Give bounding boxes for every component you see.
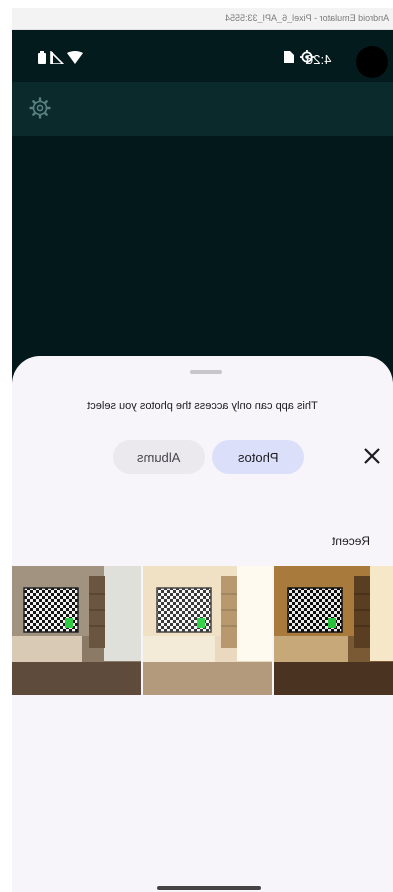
access-notice: This app can only access the photos you … [87, 400, 318, 412]
status-time: 4:26 [306, 52, 332, 67]
photo-image [12, 566, 141, 695]
status-bar: 4:26 [12, 30, 393, 82]
section-title-recent: Recent [332, 534, 371, 548]
photo-grid [12, 566, 393, 695]
close-icon[interactable] [360, 444, 384, 468]
wifi-icon [67, 51, 83, 64]
photo-thumbnail[interactable] [143, 566, 272, 695]
emulator-titlebar: Android Emulator - Pixel_6_API_33:5554 [12, 8, 393, 30]
photo-thumbnail[interactable] [274, 566, 393, 695]
gesture-nav-bar[interactable] [157, 886, 261, 890]
signal-icon [50, 51, 64, 64]
drag-handle[interactable] [190, 370, 222, 374]
phone-screen: 4:26 This app can only access the photos… [12, 30, 393, 892]
tab-albums-label: Albums [137, 449, 181, 465]
sim-card-icon [284, 51, 294, 63]
tab-photos[interactable]: Photos [212, 440, 304, 474]
tab-photos-label: Photos [237, 449, 279, 465]
window-title: Android Emulator - Pixel_6_API_33:5554 [224, 13, 389, 23]
tab-albums[interactable]: Albums [113, 440, 205, 474]
battery-icon [38, 51, 46, 64]
photo-thumbnail[interactable] [12, 566, 141, 695]
gear-icon[interactable] [28, 96, 52, 120]
photo-picker-sheet: This app can only access the photos you … [12, 356, 393, 892]
photo-image [274, 566, 393, 695]
app-bar [12, 82, 393, 136]
photo-image [143, 566, 272, 695]
camera-cutout [356, 46, 388, 78]
emulator-window: Android Emulator - Pixel_6_API_33:5554 4… [0, 0, 393, 892]
